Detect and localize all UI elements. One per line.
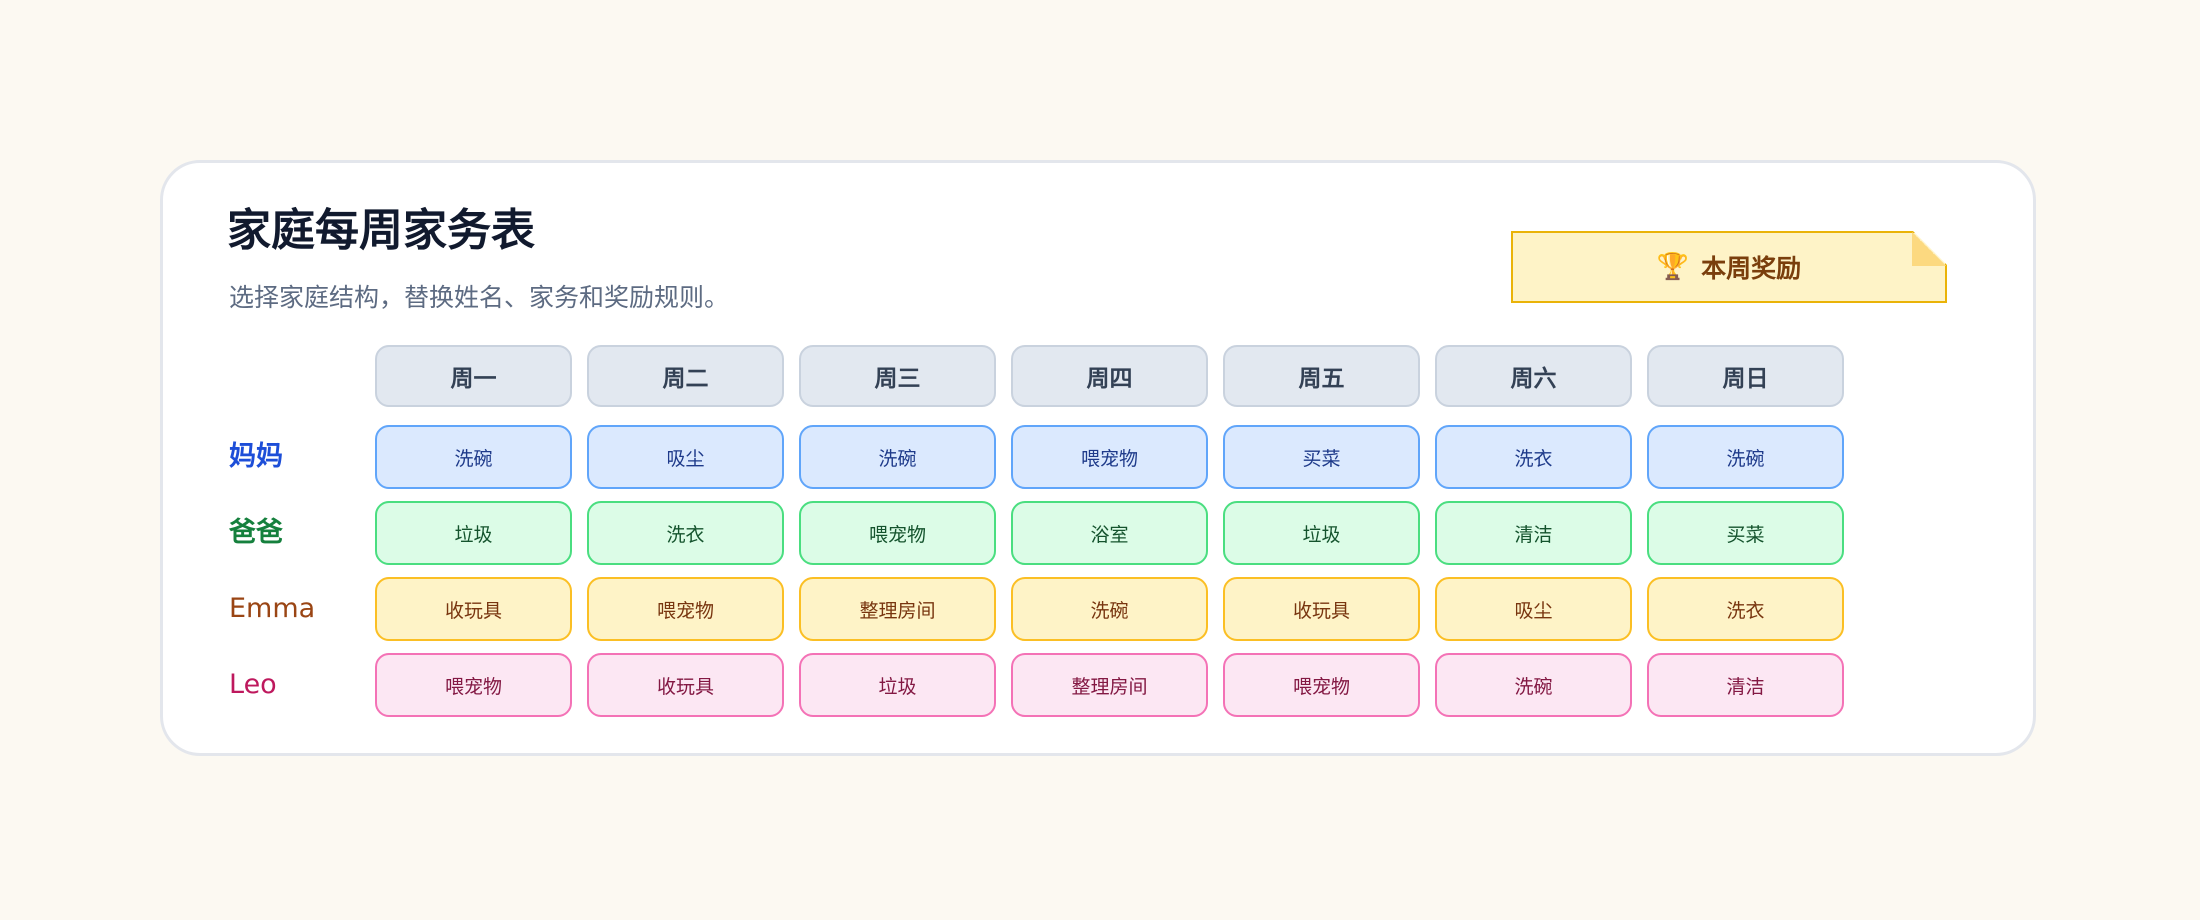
chore-cell[interactable]: 垃圾 — [799, 653, 996, 717]
chore-cell[interactable]: 垃圾 — [375, 501, 572, 565]
member-name: Emma — [229, 593, 316, 624]
chore-cell[interactable]: 喂宠物 — [799, 501, 996, 565]
chore-cell[interactable]: 喂宠物 — [375, 653, 572, 717]
member-name: 妈妈 — [229, 441, 283, 472]
chore-cell[interactable]: 吸尘 — [587, 425, 784, 489]
member-row-emma: Emma 收玩具 喂宠物 整理房间 洗碗 收玩具 吸尘 洗衣 — [163, 577, 1844, 641]
chore-cell[interactable]: 买菜 — [1223, 425, 1420, 489]
day-header-tue: 周二 — [587, 345, 784, 407]
page-subtitle: 选择家庭结构，替换姓名、家务和奖励规则。 — [229, 283, 730, 312]
day-header-sat: 周六 — [1435, 345, 1632, 407]
chore-chart-card: 家庭每周家务表 选择家庭结构，替换姓名、家务和奖励规则。 🏆 本周奖励 周一 周… — [160, 160, 2036, 756]
member-name: Leo — [229, 669, 277, 700]
chore-cell[interactable]: 清洁 — [1647, 653, 1844, 717]
chore-cell[interactable]: 洗衣 — [1435, 425, 1632, 489]
chore-cell[interactable]: 洗衣 — [1647, 577, 1844, 641]
day-header-sun: 周日 — [1647, 345, 1844, 407]
chore-cell[interactable]: 收玩具 — [375, 577, 572, 641]
member-row-dad: 爸爸 垃圾 洗衣 喂宠物 浴室 垃圾 清洁 买菜 — [163, 501, 1844, 565]
chore-cell[interactable]: 浴室 — [1011, 501, 1208, 565]
chore-cell[interactable]: 整理房间 — [1011, 653, 1208, 717]
chore-cell[interactable]: 买菜 — [1647, 501, 1844, 565]
day-header-fri: 周五 — [1223, 345, 1420, 407]
member-name: 爸爸 — [229, 517, 283, 548]
chore-cell[interactable]: 洗碗 — [375, 425, 572, 489]
chore-cell[interactable]: 整理房间 — [799, 577, 996, 641]
folded-corner — [1912, 232, 1946, 266]
chore-cell[interactable]: 洗碗 — [1011, 577, 1208, 641]
chore-cell[interactable]: 洗碗 — [1435, 653, 1632, 717]
trophy-icon: 🏆 — [1656, 252, 1690, 282]
chore-cell[interactable]: 收玩具 — [587, 653, 784, 717]
chore-cell[interactable]: 吸尘 — [1435, 577, 1632, 641]
member-row-mom: 妈妈 洗碗 吸尘 洗碗 喂宠物 买菜 洗衣 洗碗 — [163, 425, 1844, 489]
chore-cell[interactable]: 收玩具 — [1223, 577, 1420, 641]
weekly-reward-button[interactable]: 🏆 本周奖励 — [1511, 231, 1947, 303]
member-row-leo: Leo 喂宠物 收玩具 垃圾 整理房间 喂宠物 洗碗 清洁 — [163, 653, 1844, 717]
chore-cell[interactable]: 喂宠物 — [1011, 425, 1208, 489]
chore-cell[interactable]: 洗衣 — [587, 501, 784, 565]
weekly-reward-label: 本周奖励 — [1701, 254, 1802, 283]
day-header-wed: 周三 — [799, 345, 996, 407]
chore-cell[interactable]: 洗碗 — [1647, 425, 1844, 489]
day-header-thu: 周四 — [1011, 345, 1208, 407]
chore-cell[interactable]: 喂宠物 — [587, 577, 784, 641]
chore-cell[interactable]: 喂宠物 — [1223, 653, 1420, 717]
day-header-row: 周一 周二 周三 周四 周五 周六 周日 — [375, 345, 1844, 407]
chore-cell[interactable]: 垃圾 — [1223, 501, 1420, 565]
day-header-mon: 周一 — [375, 345, 572, 407]
chore-cell[interactable]: 洗碗 — [799, 425, 996, 489]
chore-cell[interactable]: 清洁 — [1435, 501, 1632, 565]
page-title: 家庭每周家务表 — [227, 205, 535, 256]
